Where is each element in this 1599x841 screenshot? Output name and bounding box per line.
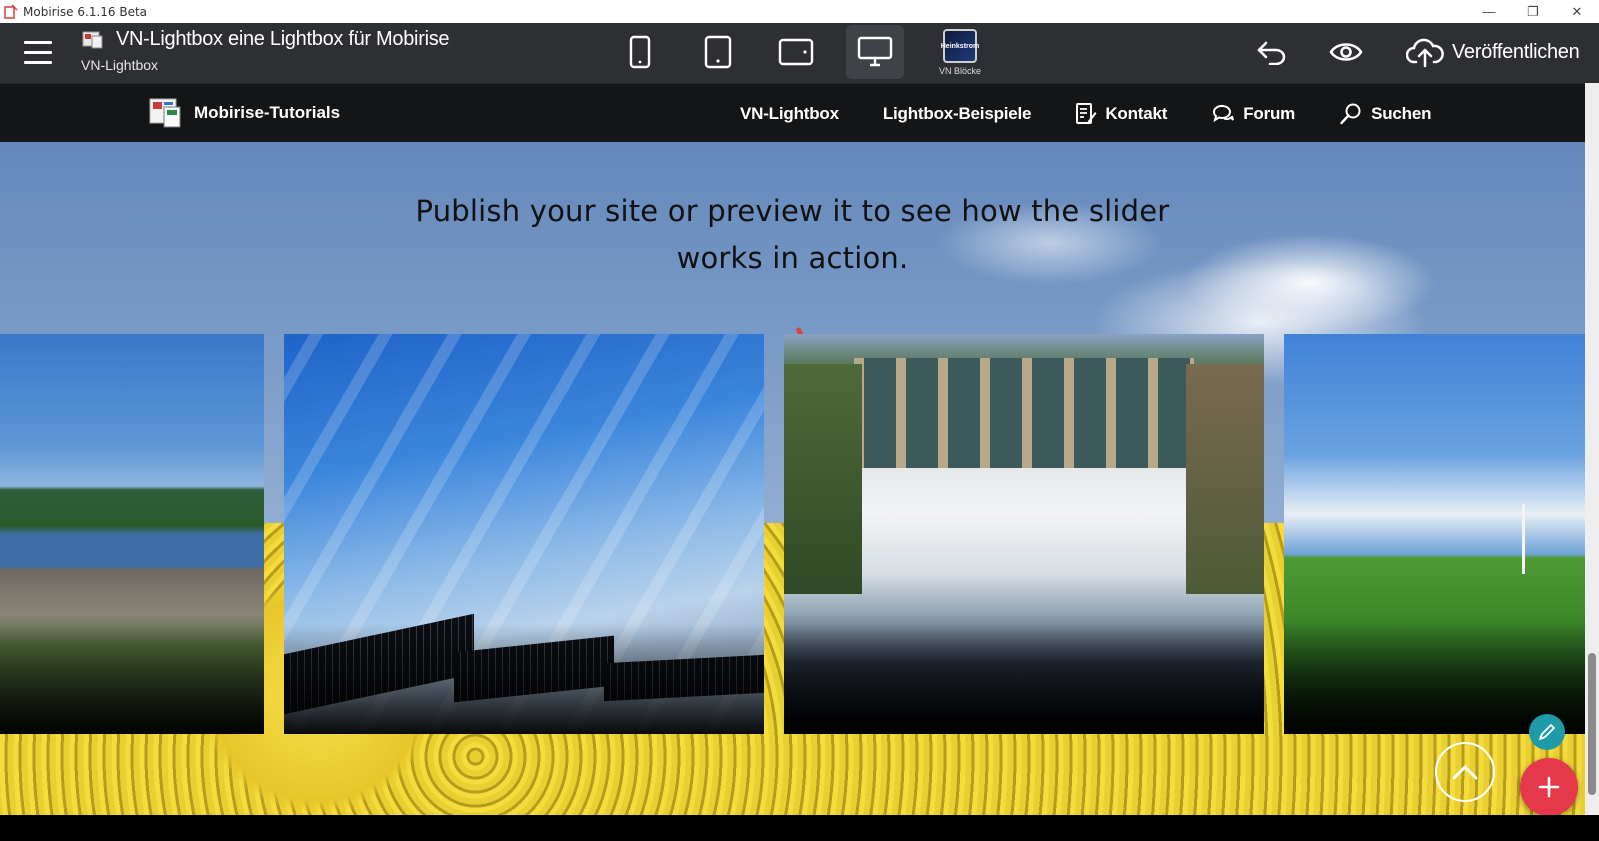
search-icon	[1340, 103, 1361, 124]
chat-bubbles-icon	[1213, 104, 1235, 122]
plus-icon	[1538, 776, 1560, 798]
undo-icon[interactable]	[1255, 37, 1289, 67]
slide-shade	[0, 624, 264, 734]
phone-icon	[629, 35, 651, 69]
scrollbar-thumb[interactable]	[1588, 653, 1596, 795]
nav-item-kontakt[interactable]: Kontakt	[1075, 102, 1167, 126]
project-icon	[82, 30, 104, 50]
nav-item-label: Lightbox-Beispiele	[882, 103, 1032, 123]
section-headline: Publish your site or preview it to see h…	[415, 194, 1170, 275]
editor-toolbar: VN-Lightbox eine Lightbox für Mobirise V…	[0, 23, 1599, 83]
restore-button[interactable]: ❐	[1511, 0, 1555, 23]
vn-blocks-label: VN Blöcke	[938, 66, 982, 76]
tablet-portrait-icon	[704, 35, 732, 69]
tablet-landscape-icon	[778, 38, 814, 66]
slide-shade	[784, 624, 1264, 734]
nav-item-label: Forum	[1243, 103, 1296, 123]
pen-icon	[1539, 724, 1555, 740]
mobirise-app-icon	[3, 3, 19, 20]
desktop-view-button[interactable]	[846, 25, 904, 79]
rock-wall-left	[784, 364, 862, 594]
page-preview: Mobirise-Tutorials VN-Lightbox Lightbox-…	[0, 83, 1585, 815]
project-subtitle: VN-Lightbox	[81, 57, 159, 73]
desktop-icon	[857, 36, 893, 67]
close-button[interactable]: ✕	[1555, 0, 1599, 23]
add-block-button[interactable]	[1520, 758, 1578, 815]
bottom-strip	[0, 815, 1599, 841]
publish-button[interactable]: Veröffentlichen	[1406, 35, 1580, 69]
nav-item-label: VN-Lightbox	[740, 103, 839, 123]
slide-shade	[284, 624, 764, 734]
vn-blocks-thumbnail: Heinkstrom	[941, 29, 979, 63]
preview-eye-icon[interactable]	[1329, 37, 1363, 67]
brand-name: Mobirise-Tutorials	[194, 103, 341, 122]
slide-solar-panels-sky[interactable]	[284, 334, 764, 734]
site-brand[interactable]: Mobirise-Tutorials	[148, 95, 340, 131]
cloud-upload-icon	[1406, 38, 1444, 68]
nav-item-label: Suchen	[1371, 103, 1432, 123]
chevron-up-icon	[1452, 765, 1478, 780]
slide-hydro-dam-lake[interactable]	[0, 334, 264, 734]
nav-item-forum[interactable]: Forum	[1211, 103, 1295, 125]
rock-wall-right	[1186, 364, 1264, 594]
page-scrollbar[interactable]	[1585, 83, 1599, 815]
dam-gates	[854, 358, 1194, 468]
nav-item-label: Kontakt	[1105, 103, 1168, 123]
nav-item-suchen[interactable]: Suchen	[1339, 102, 1432, 126]
edit-document-icon	[1076, 102, 1097, 124]
window-title: Mobirise 6.1.16 Beta	[23, 4, 148, 19]
minimize-button[interactable]: —	[1467, 0, 1511, 23]
project-title[interactable]: VN-Lightbox eine Lightbox für Mobirise	[116, 28, 450, 51]
window-titlebar: Mobirise 6.1.16 Beta — ❐ ✕	[0, 0, 1599, 23]
publish-label: Veröffentlichen	[1452, 40, 1580, 63]
tablet-portrait-view-button[interactable]	[689, 25, 747, 79]
site-nav-menu: VN-Lightbox Lightbox-Beispiele Kontakt F…	[740, 84, 1475, 143]
menu-icon[interactable]	[24, 41, 52, 65]
nav-item-vn-lightbox[interactable]: VN-Lightbox	[740, 104, 839, 124]
vn-blocks-button[interactable]: Heinkstrom VN Blöcke	[934, 29, 986, 81]
tablet-landscape-view-button[interactable]	[767, 25, 825, 79]
slide-wind-turbine-hills[interactable]	[1284, 334, 1585, 734]
nav-item-lightbox-beispiele[interactable]: Lightbox-Beispiele	[882, 103, 1032, 124]
site-navbar: Mobirise-Tutorials VN-Lightbox Lightbox-…	[0, 83, 1585, 142]
brand-logo-icon	[148, 95, 186, 131]
wind-turbine	[1522, 504, 1525, 574]
slide-dam-spillway-waterfall[interactable]	[784, 334, 1264, 734]
phone-view-button[interactable]	[611, 25, 669, 79]
scroll-to-top-button[interactable]	[1435, 742, 1495, 802]
block-settings-pen-button[interactable]	[1529, 714, 1565, 750]
